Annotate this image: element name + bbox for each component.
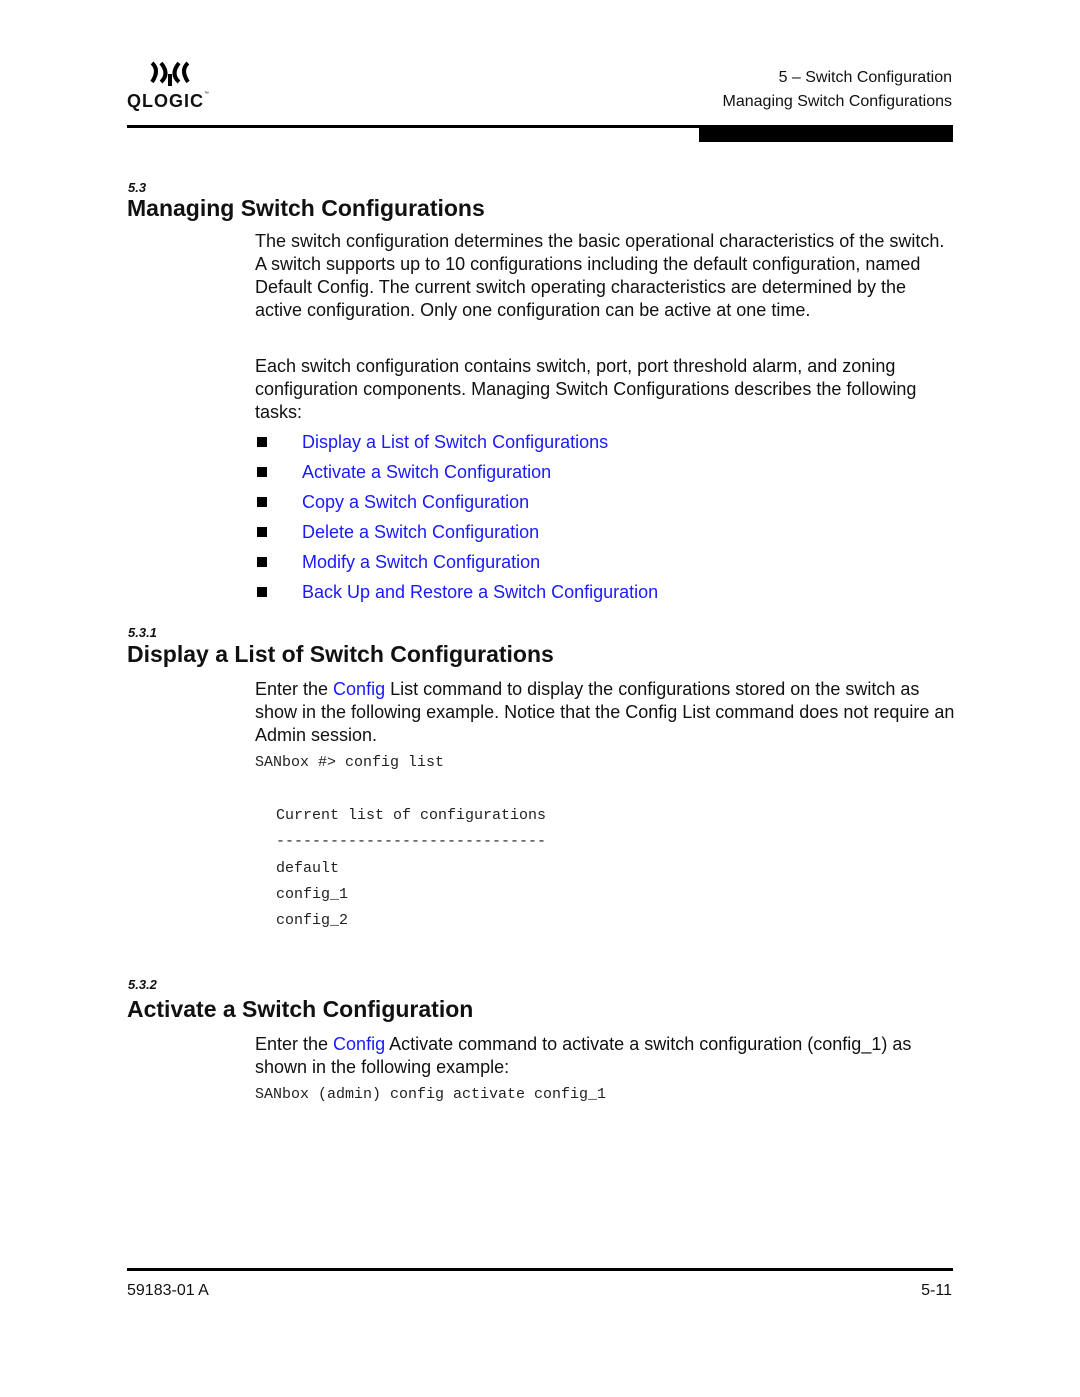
section-title: Managing Switch Configurations <box>127 195 485 221</box>
section-number: 5.3.2 <box>128 977 157 992</box>
code-output-line: Current list of configurations <box>276 807 547 824</box>
footer-rule <box>127 1268 953 1271</box>
bullet-square-icon <box>257 557 267 567</box>
config-command-link[interactable]: Config <box>333 679 385 699</box>
code-output-line: default <box>276 860 340 877</box>
section-title: Display a List of Switch Configurations <box>127 641 554 667</box>
header-bar <box>699 125 953 142</box>
tasks-intro-paragraph: Each switch configuration contains switc… <box>255 356 917 422</box>
page-number: 5-11 <box>921 1282 952 1299</box>
task-link-copy[interactable]: Copy a Switch Configuration <box>302 490 529 514</box>
code-output-line: config_1 <box>276 886 349 903</box>
bullet-square-icon <box>257 437 267 447</box>
section-number: 5.3.1 <box>128 625 157 640</box>
trademark-mark: ™ <box>204 91 209 97</box>
config-command-link[interactable]: Config <box>333 1034 385 1054</box>
header-section: Managing Switch Configurations <box>722 93 952 110</box>
logo-text: QLOGIC <box>127 91 204 111</box>
config-list-paragraph: Enter the Config List command to display… <box>255 679 955 745</box>
bullet-square-icon <box>257 467 267 477</box>
code-output-line: ------------------------------ <box>276 833 547 850</box>
intro-paragraph: The switch configuration determines the … <box>255 231 945 320</box>
bullet-square-icon <box>257 497 267 507</box>
bullet-square-icon <box>257 587 267 597</box>
code-command: SANbox #> config list <box>255 754 445 771</box>
task-link-modify[interactable]: Modify a Switch Configuration <box>302 550 540 574</box>
task-link-activate[interactable]: Activate a Switch Configuration <box>302 460 551 484</box>
code-output-line: config_2 <box>276 912 349 929</box>
task-link-delete[interactable]: Delete a Switch Configuration <box>302 520 539 544</box>
qlogic-logo-mark-icon <box>150 61 190 86</box>
bullet-square-icon <box>257 527 267 537</box>
config-activate-paragraph: Enter the Config Activate command to act… <box>255 1034 912 1077</box>
qlogic-logo: QLOGIC™ <box>127 60 217 120</box>
running-header: 5 – Switch Configuration Managing Switch… <box>723 66 952 114</box>
section-title: Activate a Switch Configuration <box>127 996 474 1022</box>
document-number: 59183-01 A <box>127 1282 209 1299</box>
section-number: 5.3 <box>128 180 147 195</box>
header-chapter: 5 – Switch Configuration <box>778 69 952 86</box>
task-link-backup-restore[interactable]: Back Up and Restore a Switch Configurati… <box>302 580 658 604</box>
task-link-display-list[interactable]: Display a List of Switch Configurations <box>302 430 608 454</box>
code-command: SANbox (admin) config activate config_1 <box>255 1086 607 1103</box>
